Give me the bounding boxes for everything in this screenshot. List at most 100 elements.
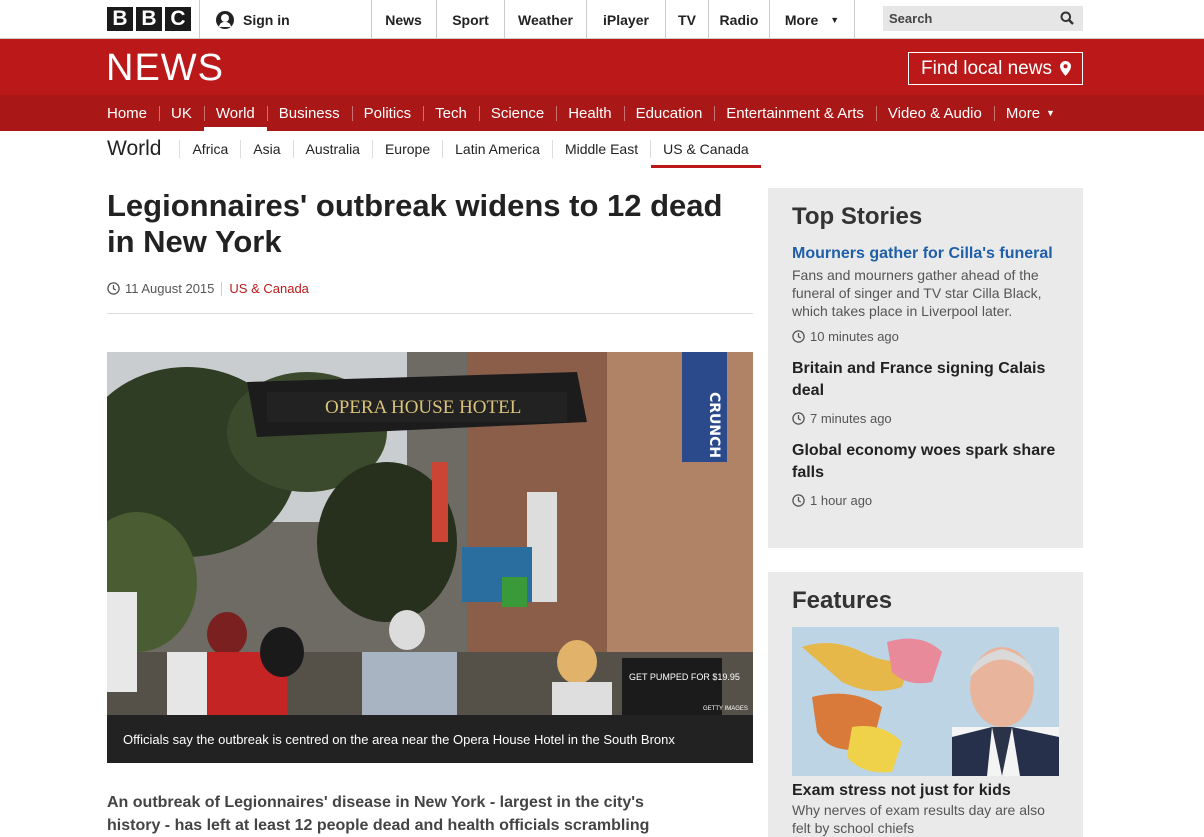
logo-letter: B (107, 7, 133, 31)
top-story[interactable]: Mourners gather for Cilla's funeral Fans… (792, 243, 1059, 344)
global-nav-iplayer[interactable]: iPlayer (587, 0, 666, 39)
feature-summary: Why nerves of exam results day are also … (792, 802, 1045, 836)
divider (107, 313, 753, 314)
logo-letter: B (136, 7, 162, 31)
global-nav-sport[interactable]: Sport (437, 0, 505, 39)
street-scene-image: CRUNCH OPERA HOUSE HOTEL GET PUMPED FOR … (107, 352, 753, 715)
crunch-sign: CRUNCH (706, 392, 722, 458)
sign-in-label: Sign in (243, 11, 290, 28)
search-input[interactable]: Search (883, 6, 1083, 31)
article-headline: Legionnaires' outbreak widens to 12 dead… (107, 188, 723, 259)
chevron-down-icon: ▼ (1046, 108, 1055, 118)
find-local-news-button[interactable]: Find local news (908, 52, 1083, 85)
chevron-down-icon: ▼ (830, 14, 840, 25)
price-sign: GET PUMPED FOR $19.95 (629, 672, 740, 682)
user-icon (216, 10, 234, 29)
meta-divider (221, 281, 223, 296)
top-story-time: 1 hour ago (792, 493, 1059, 508)
feature-photo (792, 627, 1059, 776)
top-story-time-label: 10 minutes ago (810, 329, 899, 344)
section-nav-science[interactable]: Science (478, 95, 556, 131)
section-nav-label: Tech (435, 104, 467, 122)
feature-title[interactable]: Exam stress not just for kids (792, 782, 1059, 800)
top-story-time-label: 1 hour ago (810, 493, 873, 508)
section-nav-uk[interactable]: UK (159, 95, 204, 131)
image-credit: GETTY IMAGES (703, 706, 748, 712)
subnav-item-africa[interactable]: Africa (179, 140, 240, 158)
section-nav-label: More (1005, 104, 1041, 122)
clock-icon (792, 330, 805, 343)
section-nav-tech[interactable]: Tech (423, 95, 479, 131)
global-nav-more[interactable]: More ▼ (770, 0, 855, 39)
search-placeholder: Search (889, 11, 933, 26)
article-photo: CRUNCH OPERA HOUSE HOTEL GET PUMPED FOR … (107, 352, 753, 715)
news-masthead: NEWS Find local news (0, 39, 1204, 95)
global-nav-label: iPlayer (603, 11, 649, 28)
search-icon[interactable] (1060, 11, 1074, 25)
article-date: 11 August 2015 (125, 281, 215, 296)
top-story-time: 10 minutes ago (792, 329, 1059, 344)
top-story-time-label: 7 minutes ago (810, 411, 892, 426)
section-nav: Home UK World Business Politics Tech Sci… (0, 95, 1204, 131)
clock-icon (792, 412, 805, 425)
features-title: Features (792, 587, 893, 614)
subnav-item-us-canada[interactable]: US & Canada (650, 140, 761, 168)
global-nav-label: More (784, 11, 819, 28)
feature-image[interactable] (792, 627, 1059, 776)
hotel-sign: OPERA HOUSE HOTEL (325, 397, 521, 418)
article-intro: An outbreak of Legionnaires' disease in … (107, 794, 650, 834)
top-stories-title: Top Stories (792, 203, 923, 230)
top-stories-panel: Top Stories Mourners gather for Cilla's … (768, 188, 1083, 548)
bbc-logo[interactable]: B B C (107, 7, 191, 31)
top-story[interactable]: Global economy woes spark share falls 1 … (792, 440, 1059, 508)
section-nav-label: UK (171, 104, 192, 122)
section-nav-entertainment[interactable]: Entertainment & Arts (714, 95, 876, 131)
world-subnav: World Africa Asia Australia Europe Latin… (107, 131, 761, 168)
section-nav-health[interactable]: Health (556, 95, 623, 131)
global-nav-tv[interactable]: TV (666, 0, 709, 39)
article-section-link[interactable]: US & Canada (229, 281, 309, 296)
news-logo[interactable]: NEWS (106, 47, 224, 90)
subnav-item-middle-east[interactable]: Middle East (551, 140, 650, 158)
top-story-title[interactable]: Mourners gather for Cilla's funeral (792, 243, 1059, 265)
section-nav-label: World (215, 104, 255, 122)
clock-icon (792, 494, 805, 507)
subnav-item-europe[interactable]: Europe (371, 140, 442, 158)
global-nav-label: TV (678, 11, 696, 28)
image-caption: Officials say the outbreak is centred on… (107, 715, 753, 763)
article: Legionnaires' outbreak widens to 12 dead… (107, 188, 753, 834)
logo-letter: C (165, 7, 191, 31)
section-nav-more[interactable]: More ▼ (993, 95, 1067, 131)
global-nav-news[interactable]: News (371, 0, 437, 39)
section-nav-label: Video & Audio (887, 104, 982, 122)
section-nav-label: Entertainment & Arts (726, 104, 864, 122)
section-nav-world[interactable]: World (203, 95, 267, 131)
top-story-title[interactable]: Britain and France signing Calais deal (792, 358, 1059, 402)
top-story-title[interactable]: Global economy woes spark share falls (792, 440, 1059, 484)
section-nav-education[interactable]: Education (623, 95, 715, 131)
section-nav-home[interactable]: Home (95, 95, 159, 131)
section-nav-label: Health (568, 104, 612, 122)
global-nav-radio[interactable]: Radio (709, 0, 770, 39)
sign-in-link[interactable]: Sign in (199, 0, 372, 39)
section-nav-label: Education (635, 104, 703, 122)
top-story[interactable]: Britain and France signing Calais deal 7… (792, 358, 1059, 426)
top-story-summary: Fans and mourners gather ahead of the fu… (792, 267, 1042, 319)
section-nav-politics[interactable]: Politics (351, 95, 424, 131)
subnav-item-australia[interactable]: Australia (292, 140, 372, 158)
global-nav-label: Sport (452, 11, 489, 28)
section-nav-business[interactable]: Business (266, 95, 352, 131)
clock-icon (107, 282, 120, 295)
global-header: B B C Sign in News Sport Weather iPlayer… (0, 0, 1204, 39)
section-nav-label: Science (490, 104, 545, 122)
global-nav-weather[interactable]: Weather (505, 0, 587, 39)
global-nav-label: News (385, 11, 422, 28)
article-meta: 11 August 2015 US & Canada (107, 281, 753, 296)
top-story-time: 7 minutes ago (792, 411, 1059, 426)
subnav-item-asia[interactable]: Asia (240, 140, 292, 158)
section-nav-video-audio[interactable]: Video & Audio (875, 95, 994, 131)
subnav-title[interactable]: World (107, 137, 161, 161)
subnav-item-latin-america[interactable]: Latin America (442, 140, 552, 158)
section-nav-label: Business (278, 104, 340, 122)
find-local-label: Find local news (921, 57, 1052, 79)
